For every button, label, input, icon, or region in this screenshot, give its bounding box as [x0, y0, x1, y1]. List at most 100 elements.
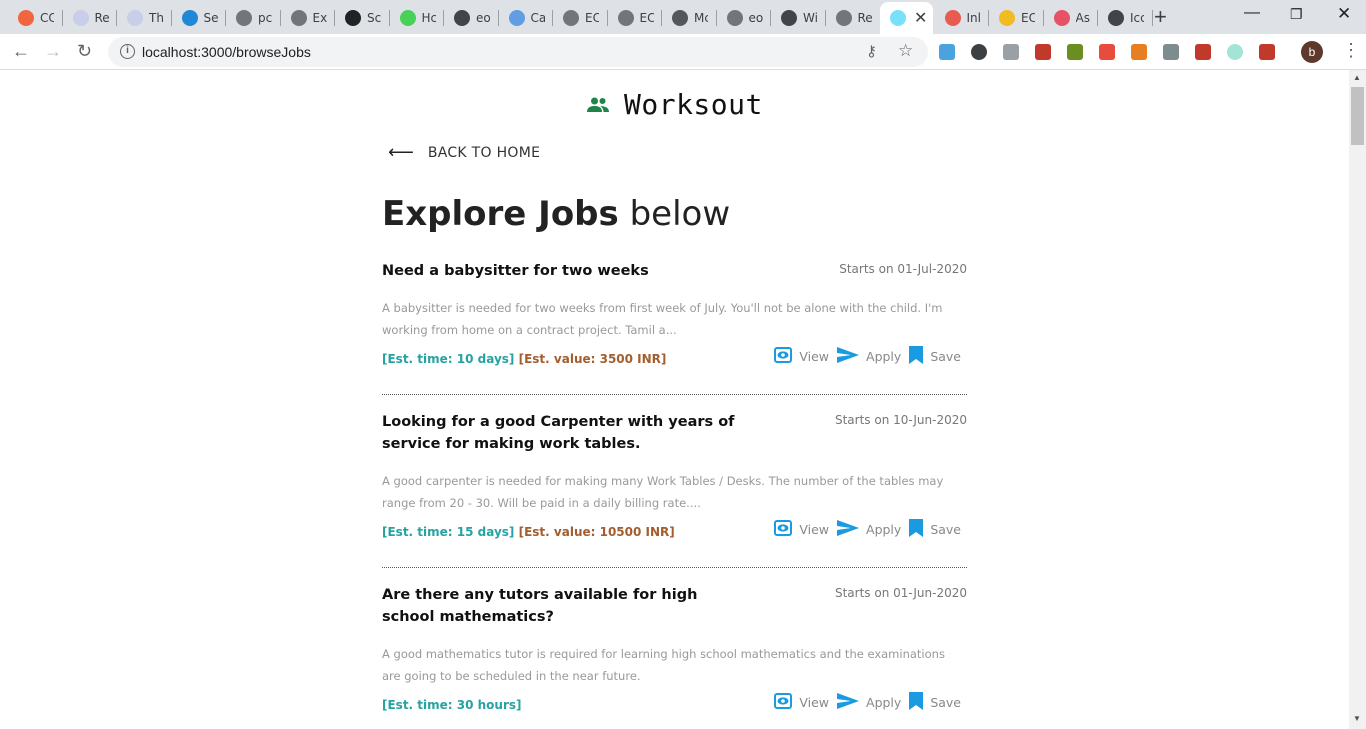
browser-tab[interactable]: eo — [444, 5, 497, 30]
browser-tab-label: Ex — [312, 10, 327, 25]
browser-tab[interactable]: EC — [989, 5, 1042, 30]
view-button[interactable]: View — [774, 347, 829, 366]
browser-tab[interactable]: Icc — [1098, 5, 1151, 30]
address-bar[interactable]: i localhost:3000/browseJobs ⚷ ☆ — [108, 37, 928, 67]
send-icon — [837, 347, 866, 366]
extension-m-icon[interactable] — [1067, 44, 1083, 60]
github-icon — [454, 9, 470, 26]
scrollbar-thumb[interactable] — [1351, 87, 1364, 145]
forward-icon[interactable]: → — [44, 41, 62, 61]
browser-tab[interactable]: Th — [117, 5, 170, 30]
extension-pdf-icon[interactable] — [1035, 44, 1051, 60]
view-label: View — [799, 522, 830, 537]
extension-game-icon[interactable] — [1195, 44, 1211, 60]
browser-tab[interactable]: Sc — [335, 5, 388, 30]
page-title-bold: Explore Jobs — [382, 194, 619, 234]
page-title-light: below — [629, 194, 731, 234]
browser-tab-label: Se — [203, 10, 218, 25]
github-icon — [1108, 9, 1124, 26]
job-title[interactable]: Need a babysitter for two weeks — [382, 260, 752, 282]
eos-icon — [290, 9, 307, 26]
bookmark-icon — [909, 692, 930, 713]
job-title[interactable]: Looking for a good Carpenter with years … — [382, 411, 752, 455]
eye-icon — [774, 520, 799, 539]
job-estimates: [Est. time: 15 days] [Est. value: 10500 … — [382, 525, 675, 539]
key-icon[interactable]: ⚷ — [866, 42, 877, 60]
extension-camera-icon[interactable] — [1003, 44, 1019, 60]
browser-tab[interactable]: Wi — [771, 5, 824, 30]
send-icon — [837, 693, 866, 712]
reload-icon[interactable]: ↻ — [77, 41, 92, 61]
browser-tab[interactable]: EC — [553, 5, 606, 30]
browser-tab-label: Hc — [421, 10, 436, 25]
browser-tab[interactable]: Hc — [390, 5, 443, 30]
job-title[interactable]: Are there any tutors available for high … — [382, 584, 752, 628]
job-description: A good carpenter is needed for making ma… — [382, 474, 944, 510]
job-divider — [382, 394, 967, 395]
browser-tab[interactable]: Ca — [499, 5, 552, 30]
eos-icon — [617, 9, 634, 26]
browser-tab[interactable]: CC — [8, 5, 61, 30]
back-to-home-link[interactable]: ⟵ BACK TO HOME — [388, 144, 540, 162]
browser-tab[interactable]: eo — [717, 5, 770, 30]
scrollbar-track[interactable] — [1349, 70, 1366, 729]
profile-avatar[interactable]: b — [1301, 41, 1323, 63]
browser-tab-label: pc — [258, 10, 272, 25]
url-text[interactable]: localhost:3000/browseJobs — [142, 44, 311, 60]
browser-tab-label: Re — [857, 10, 872, 25]
job-start-date: Starts on 01-Jun-2020 — [834, 586, 967, 600]
view-button[interactable]: View — [774, 693, 829, 712]
job-actions: View Apply Save — [766, 519, 961, 540]
browser-tab-label: eo — [748, 10, 763, 25]
est-time: [Est. time: 15 days] — [382, 525, 515, 539]
brand[interactable]: Worksout — [586, 88, 763, 121]
save-button[interactable]: Save — [909, 519, 961, 540]
eos-badge-icon — [508, 9, 525, 26]
menu-kebab-icon[interactable]: ⋮ — [1342, 40, 1360, 60]
close-tab-icon[interactable]: ✕ — [914, 8, 927, 28]
eos-icon — [835, 9, 852, 26]
apply-button[interactable]: Apply — [837, 520, 901, 539]
job-actions: View Apply Save — [766, 346, 961, 367]
extension-circle-icon[interactable] — [971, 44, 987, 60]
bookmark-star-icon[interactable]: ☆ — [898, 41, 913, 61]
browser-tab[interactable]: Inl — [935, 5, 988, 30]
browser-tab[interactable]: EC — [608, 5, 661, 30]
site-info-icon[interactable]: i — [120, 44, 135, 59]
scroll-up-icon[interactable]: ▲ — [1353, 73, 1361, 82]
browser-tab[interactable]: ✕ — [880, 2, 933, 34]
save-button[interactable]: Save — [909, 346, 961, 367]
arrow-left-icon: ⟵ — [388, 142, 414, 163]
apply-button[interactable]: Apply — [837, 347, 901, 366]
minimize-icon[interactable]: — — [1244, 4, 1260, 22]
browser-tab[interactable]: Ex — [281, 5, 334, 30]
job-start-date: Starts on 01-Jul-2020 — [839, 262, 967, 276]
apply-button[interactable]: Apply — [837, 693, 901, 712]
apply-label: Apply — [866, 349, 902, 364]
browser-tab[interactable]: As — [1044, 5, 1097, 30]
browser-tab[interactable]: Se — [172, 5, 225, 30]
save-button[interactable]: Save — [909, 692, 961, 713]
browser-tab[interactable]: Mc — [662, 5, 715, 30]
browser-tab-label: Mc — [694, 10, 708, 25]
extension-red-icon[interactable] — [1259, 44, 1275, 60]
view-button[interactable]: View — [774, 520, 829, 539]
extension-todoist-icon[interactable] — [1099, 44, 1115, 60]
metamask-icon[interactable] — [1131, 44, 1147, 60]
back-to-home-label: BACK TO HOME — [427, 145, 541, 161]
browser-tab[interactable]: Re — [63, 5, 116, 30]
extension-drive-icon[interactable] — [939, 44, 955, 60]
close-window-icon[interactable]: ✕ — [1337, 4, 1351, 24]
extension-hex-icon[interactable] — [1163, 44, 1179, 60]
apply-label: Apply — [866, 522, 902, 537]
apply-label: Apply — [866, 695, 902, 710]
scroll-down-icon[interactable]: ▼ — [1353, 714, 1361, 723]
extension-smile-icon[interactable] — [1227, 44, 1243, 60]
new-tab-button[interactable]: + — [1154, 6, 1167, 28]
back-icon[interactable]: ← — [12, 41, 30, 61]
browser-tab-label: Ca — [530, 10, 545, 25]
restore-icon[interactable]: ❐ — [1290, 6, 1303, 23]
browser-tab[interactable]: pc — [226, 5, 279, 30]
bookmark-icon — [909, 346, 930, 367]
browser-tab[interactable]: Re — [826, 5, 879, 30]
